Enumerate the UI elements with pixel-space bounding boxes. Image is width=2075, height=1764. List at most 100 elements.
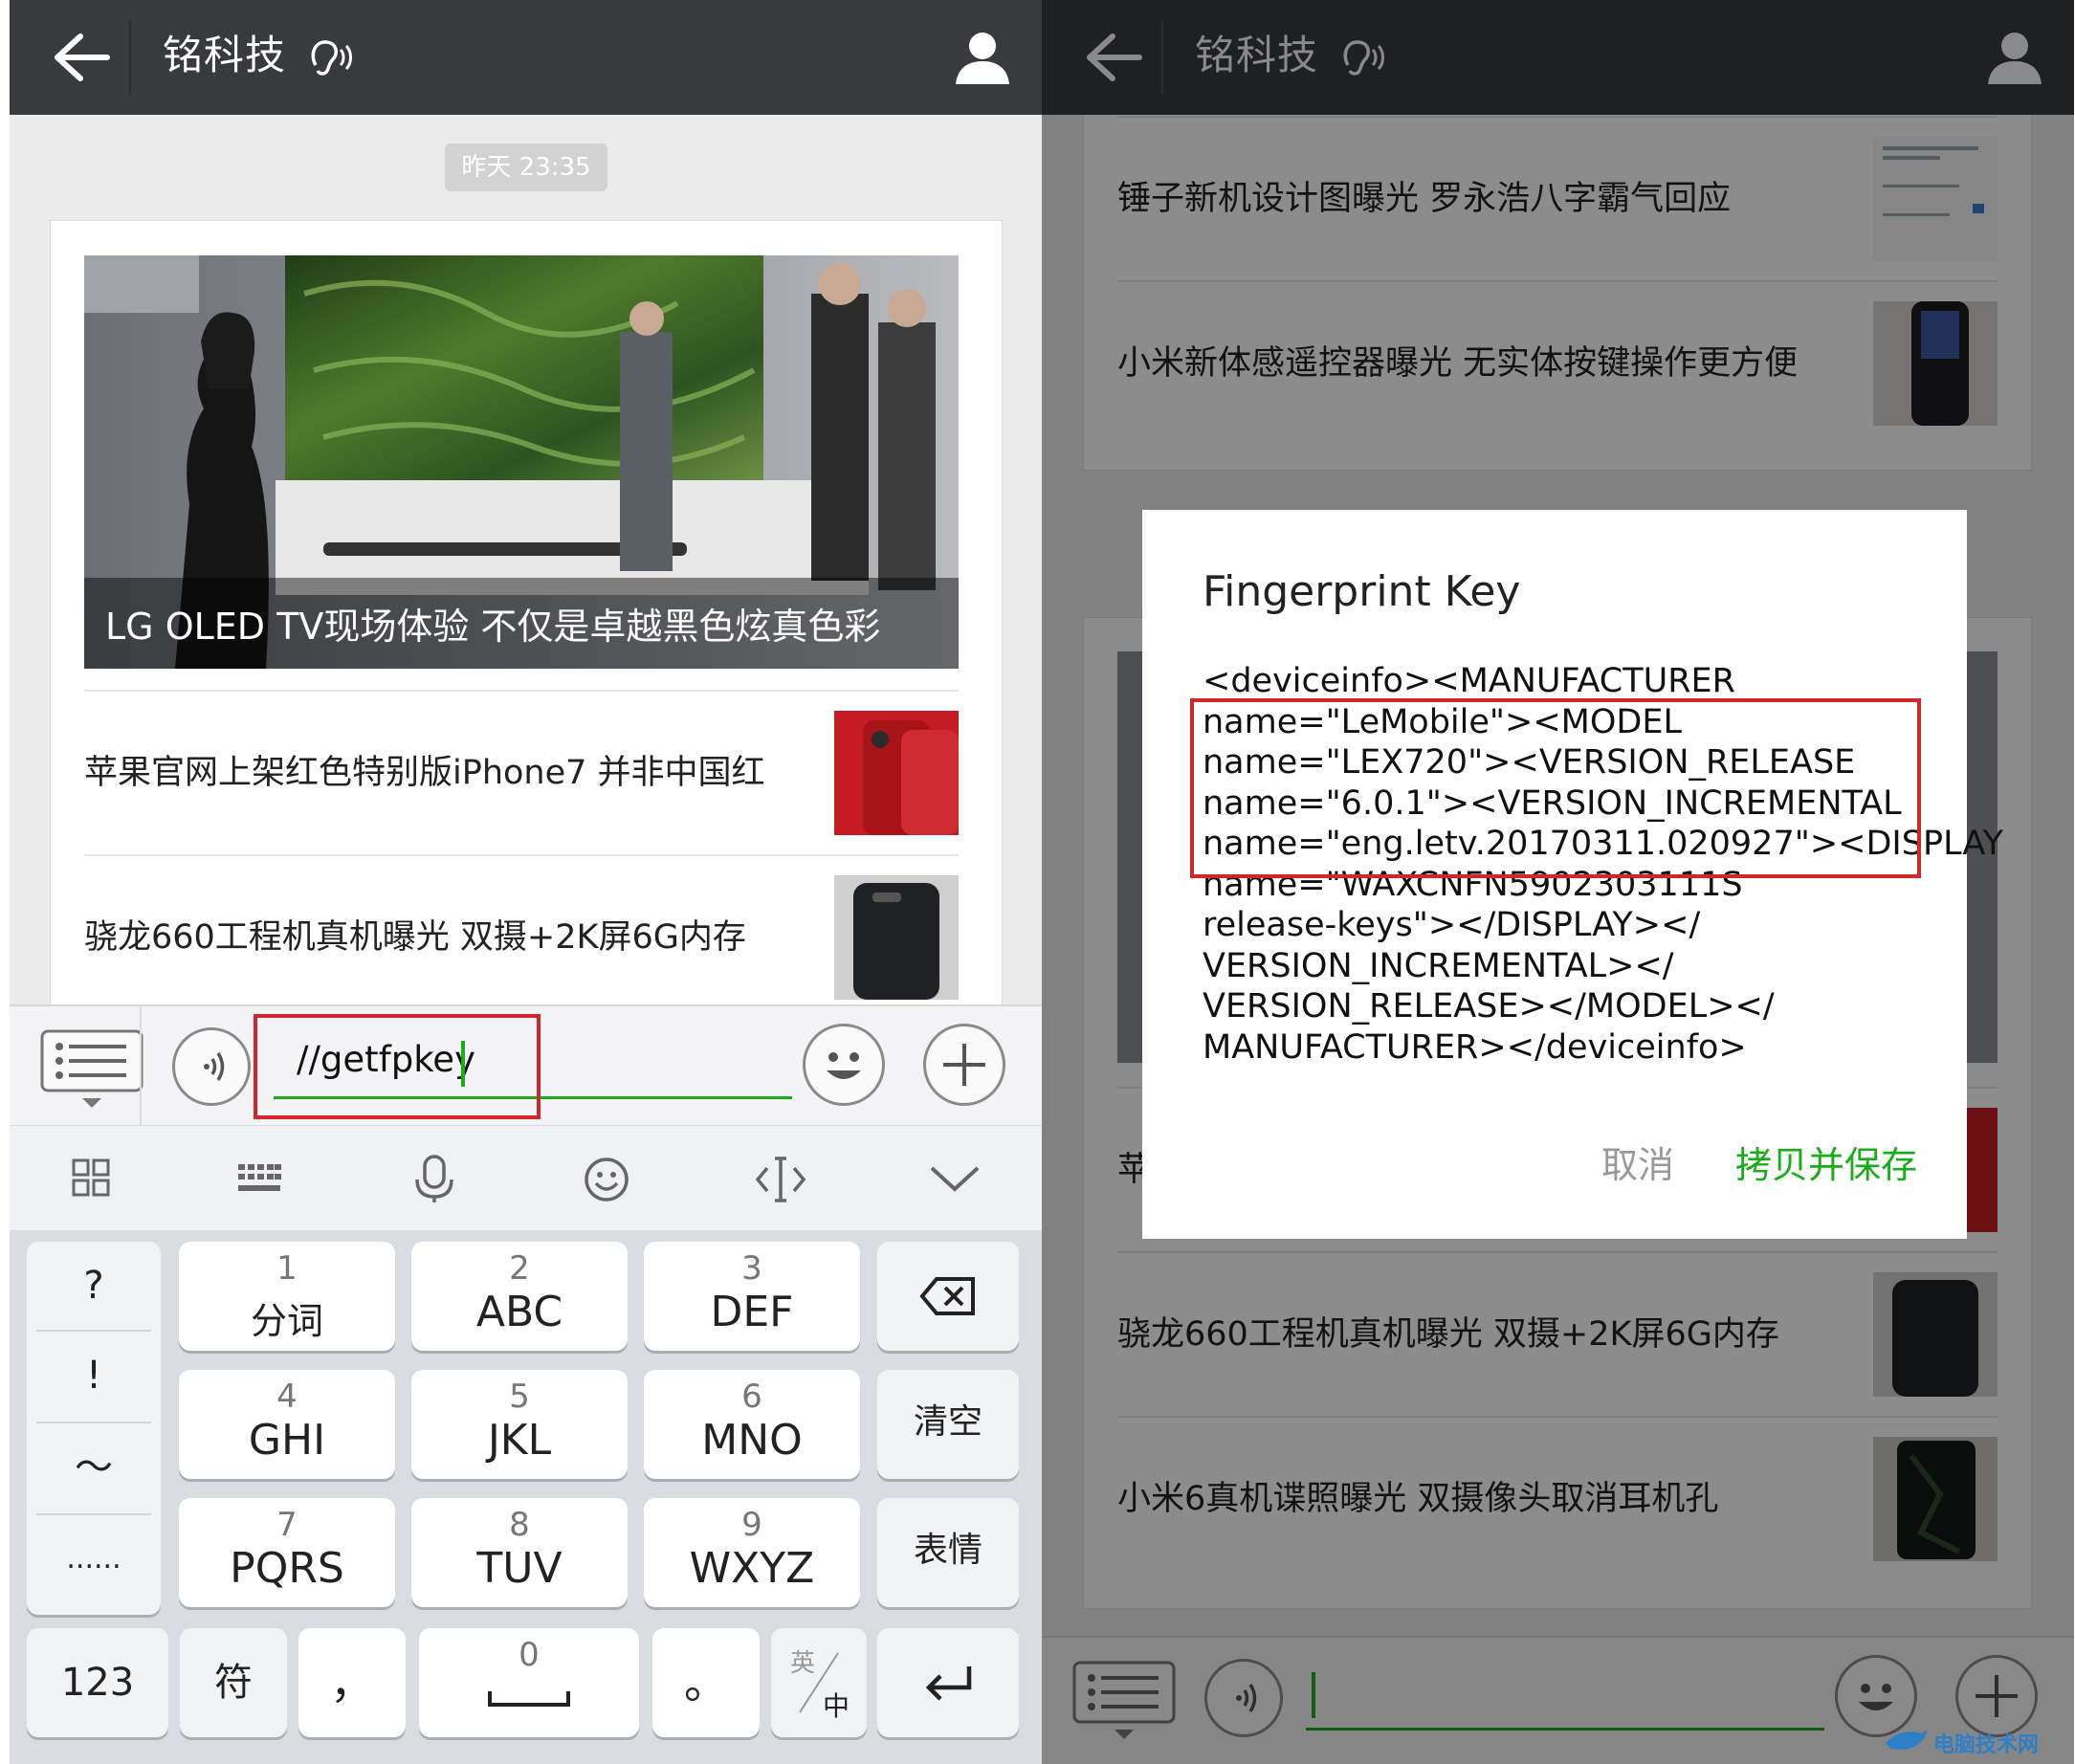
key-number: 9 [741, 1506, 762, 1544]
key-question[interactable]: ? [27, 1242, 161, 1330]
news-item[interactable]: 骁龙660工程机真机曝光 双摄+2K屏6G内存 [84, 854, 959, 1019]
watermark-text: 电脑技术网 [1933, 1733, 2040, 1757]
key-4[interactable]: 4 GHI [179, 1370, 395, 1479]
watermark-logo-icon [1886, 1730, 1928, 1750]
watermark: 电脑技术网 [1884, 1722, 2065, 1760]
key-number: 2 [509, 1249, 530, 1288]
key-label: 。 [684, 1657, 728, 1709]
key-1[interactable]: 1 分词 [179, 1242, 395, 1351]
backspace-key[interactable] [877, 1242, 1019, 1351]
voice-icon [204, 1052, 225, 1081]
key-label: TUV [476, 1544, 563, 1593]
key-number: 7 [276, 1506, 298, 1544]
dialog-line: VERSION_RELEASE></MODEL></ [1203, 987, 1775, 1025]
lang-zh: 中 [823, 1690, 850, 1722]
menu-list-icon[interactable] [38, 1027, 145, 1114]
enter-icon [925, 1666, 972, 1701]
key-exclamation[interactable]: ! [27, 1332, 161, 1420]
key-label: MNO [701, 1416, 803, 1465]
keyboard-icon[interactable] [236, 1162, 282, 1195]
clear-key[interactable]: 清空 [877, 1370, 1019, 1479]
key-label: DEF [710, 1288, 794, 1336]
dialog-title: Fingerprint Key [1203, 567, 1521, 616]
key-tilde[interactable]: ～ [27, 1423, 161, 1511]
info-highlight-box [1190, 698, 1921, 878]
key-label: ABC [475, 1288, 563, 1336]
key-label: JKL [487, 1416, 552, 1465]
key-number: 0 [519, 1636, 540, 1674]
chat-title: 铭科技 [1195, 32, 1319, 78]
space-key[interactable]: 0 [419, 1628, 639, 1737]
comma-key[interactable]: ， [298, 1628, 406, 1737]
number-mode-key[interactable]: 123 [27, 1628, 168, 1737]
voice-button[interactable] [172, 1027, 251, 1106]
input-divider [140, 1006, 142, 1127]
emoji-button[interactable] [803, 1024, 885, 1106]
symbol-key[interactable]: 符 [180, 1628, 287, 1737]
back-arrow-icon[interactable] [48, 29, 115, 86]
key-label: 123 [60, 1661, 135, 1705]
cancel-button[interactable]: 取消 [1601, 1136, 1674, 1194]
key-3[interactable]: 3 DEF [644, 1242, 860, 1351]
key-label: 符 [214, 1661, 253, 1705]
user-profile-icon[interactable] [1984, 27, 2045, 88]
key-label: PQRS [230, 1544, 344, 1593]
more-button[interactable] [923, 1024, 1005, 1106]
message-timestamp: 昨天 23:35 [445, 143, 607, 191]
news-thumbnail [834, 711, 959, 835]
key-label: 分词 [250, 1300, 323, 1342]
chat-header: 铭科技 [1042, 0, 2074, 115]
key-number: 4 [276, 1378, 298, 1416]
key-ellipsis[interactable]: ...... [27, 1515, 161, 1603]
keyboard: ? ! ～ ...... 1 分词 2 ABC 3 DEF 4 GHI 5 JK… [10, 1230, 1042, 1764]
punctuation-column: ? ! ～ ...... [27, 1242, 161, 1615]
enter-key[interactable] [877, 1628, 1019, 1737]
news-card[interactable]: LG OLED TV现场体验 不仅是卓越黑色炫真色彩 苹果官网上架红色特别版iP… [50, 220, 1003, 1016]
key-6[interactable]: 6 MNO [644, 1370, 860, 1479]
dialog-line: release-keys"></DISPLAY></ [1203, 906, 1701, 944]
smile-emoji-icon [827, 1052, 861, 1079]
fingerprint-key-dialog: Fingerprint Key <deviceinfo><MANUFACTURE… [1142, 510, 2003, 1239]
key-2[interactable]: 2 ABC [411, 1242, 628, 1351]
cursor-move-icon[interactable] [754, 1155, 807, 1204]
key-label: ， [330, 1657, 374, 1709]
language-switch-key[interactable]: 英 中 [771, 1628, 867, 1737]
hero-caption: LG OLED TV现场体验 不仅是卓越黑色炫真色彩 [105, 606, 881, 648]
input-highlight-box [254, 1014, 541, 1119]
chat-title: 铭科技 [163, 32, 287, 78]
header-divider [1161, 21, 1163, 94]
news-title: 骁龙660工程机真机曝光 双摄+2K屏6G内存 [84, 918, 746, 957]
key-number: 5 [509, 1378, 530, 1416]
key-label: GHI [248, 1416, 326, 1465]
emoji-icon[interactable] [584, 1157, 629, 1202]
key-5[interactable]: 5 JKL [411, 1370, 628, 1479]
news-title: 苹果官网上架红色特别版iPhone7 并非中国红 [84, 754, 765, 792]
chat-header: 铭科技 [10, 0, 1042, 115]
copy-save-button[interactable]: 拷贝并保存 [1735, 1136, 1917, 1194]
left-screenshot: 铭科技 昨天 23:35 LG OLED TV现场体验 不仅是卓越黑色炫真色彩 … [10, 0, 1042, 1764]
ear-icon [311, 40, 352, 76]
emoji-key[interactable]: 表情 [877, 1498, 1019, 1607]
key-number: 1 [276, 1249, 298, 1288]
back-arrow-icon[interactable] [1080, 29, 1147, 86]
hero-caption-bar: LG OLED TV现场体验 不仅是卓越黑色炫真色彩 [84, 578, 959, 669]
key-number: 6 [741, 1378, 762, 1416]
news-item[interactable]: 苹果官网上架红色特别版iPhone7 并非中国红 [84, 690, 959, 854]
key-label: 表情 [913, 1531, 982, 1570]
key-label: 清空 [913, 1402, 982, 1442]
key-8[interactable]: 8 TUV [411, 1498, 628, 1607]
grid-icon[interactable] [72, 1158, 110, 1197]
key-9[interactable]: 9 WXYZ [644, 1498, 860, 1607]
period-key[interactable]: 。 [652, 1628, 760, 1737]
user-profile-icon[interactable] [952, 27, 1013, 88]
chevron-down-icon[interactable] [928, 1162, 982, 1195]
space-icon [488, 1691, 570, 1707]
key-number: 3 [741, 1249, 762, 1288]
key-label: WXYZ [689, 1544, 815, 1593]
dialog-line: MANUFACTURER></deviceinfo> [1203, 1027, 1747, 1067]
dialog-line: <deviceinfo><MANUFACTURER [1203, 662, 1735, 700]
hero-image[interactable]: LG OLED TV现场体验 不仅是卓越黑色炫真色彩 [84, 255, 959, 669]
mic-icon[interactable] [411, 1155, 457, 1204]
key-7[interactable]: 7 PQRS [179, 1498, 395, 1607]
chat-input-bar: //getfpkey [10, 1004, 1042, 1127]
